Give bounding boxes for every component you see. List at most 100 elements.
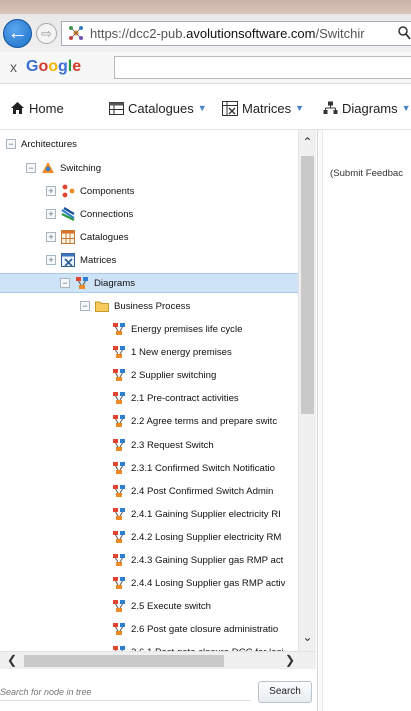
back-button[interactable]: ← [3, 19, 32, 48]
collapse-icon[interactable]: − [80, 301, 90, 311]
app-nav: Home Catalogues ▼ Matrices ▼ Diagrams ▼ [0, 84, 411, 130]
tree-node-diagram[interactable]: 1 New energy premises [112, 342, 232, 362]
expand-icon[interactable]: + [46, 232, 56, 242]
vertical-scrollbar[interactable]: ⌃ ⌄ [298, 130, 316, 651]
collapse-icon[interactable]: − [6, 139, 16, 149]
tree-node-switching[interactable]: − Switching [26, 158, 101, 178]
scroll-thumb[interactable] [301, 156, 314, 414]
collapse-icon[interactable]: − [60, 278, 70, 288]
tree-node-label: Switching [60, 162, 102, 174]
matrix-icon [222, 100, 238, 116]
nav-matrices[interactable]: Matrices ▼ [222, 99, 304, 117]
tree-node-diagram[interactable]: 2.4.4 Losing Supplier gas RMP activ [112, 573, 285, 593]
catalogue-icon [109, 101, 124, 115]
tree-node-diagram[interactable]: 2.6.1 Post gate closure DCC for losi [112, 642, 284, 651]
connections-icon [61, 207, 75, 221]
expand-icon[interactable]: + [46, 186, 56, 196]
scroll-down-icon[interactable]: ⌄ [299, 630, 316, 646]
close-icon[interactable]: x [10, 59, 17, 75]
tree-node-label: 2 Supplier switching [131, 369, 217, 381]
panel-splitter[interactable] [319, 130, 323, 711]
catalogue-icon [61, 230, 75, 244]
nav-catalogues[interactable]: Catalogues ▼ [109, 99, 207, 117]
folder-icon [95, 301, 109, 312]
tree-node-label: 2.2 Agree terms and prepare switc [131, 415, 278, 427]
tree-node-connections[interactable]: + Connections [46, 204, 133, 224]
tree-node-label: 2.5 Execute switch [131, 600, 211, 612]
tree-node-diagram[interactable]: 2.3 Request Switch [112, 435, 214, 455]
home-icon [11, 102, 24, 114]
diagram-icon [113, 439, 125, 451]
diagram-icon [113, 485, 125, 497]
tree-node-label: Architectures [21, 138, 77, 150]
address-bar[interactable]: https://dcc2-pub.avolutionsoftware.com/S… [61, 21, 411, 46]
diagram-icon [113, 462, 125, 474]
tree-node-matrices[interactable]: + Matrices [46, 250, 116, 270]
chevron-down-icon: ▼ [401, 103, 411, 113]
tree-node-diagram[interactable]: 2 Supplier switching [112, 365, 216, 385]
tree-node-label: Diagrams [94, 277, 136, 289]
tree-node-diagram[interactable]: 2.4.2 Losing Supplier electricity RM [112, 527, 281, 547]
search-button[interactable]: Search [258, 681, 312, 703]
diagram-icon [113, 392, 125, 404]
tree-node-label: 2.4 Post Confirmed Switch Admin [131, 485, 274, 497]
tree-node-label: 2.6 Post gate closure administratio [131, 623, 279, 635]
nav-matrices-label: Matrices [242, 100, 292, 116]
nav-home[interactable]: Home [10, 99, 64, 117]
google-search-input[interactable] [114, 56, 411, 79]
tree-node-business-process[interactable]: − Business Process [80, 296, 190, 316]
tree-node-diagram[interactable]: 2.4 Post Confirmed Switch Admin [112, 481, 273, 501]
diagram-icon [113, 508, 125, 520]
chevron-down-icon: ▼ [197, 103, 207, 113]
tree-node-diagram[interactable]: 2.4.3 Gaining Supplier gas RMP act [112, 550, 283, 570]
architecture-icon [42, 162, 54, 173]
tree-node-diagram[interactable]: 2.4.1 Gaining Supplier electricity RI [112, 504, 281, 524]
tree-node-label: Matrices [80, 254, 117, 266]
components-icon [62, 184, 75, 198]
forward-button[interactable]: ⇨ [36, 23, 57, 44]
diagram-icon [113, 600, 125, 612]
tree-node-label: 2.3.1 Confirmed Switch Notificatio [131, 462, 275, 474]
tree-node-diagram[interactable]: 2.2 Agree terms and prepare switc [112, 411, 277, 431]
diagram-icon [113, 531, 125, 543]
tree-node-label: Business Process [114, 300, 191, 312]
tree-node-label: Catalogues [80, 231, 129, 243]
diagram-icon [323, 101, 338, 114]
nav-catalogues-label: Catalogues [128, 100, 194, 116]
tree-node-diagram[interactable]: 2.6 Post gate closure administratio [112, 619, 278, 639]
scroll-up-icon[interactable]: ⌃ [299, 135, 316, 151]
tree-panel: − Architectures − Switching + Components… [0, 130, 318, 711]
expand-icon[interactable]: + [46, 209, 56, 219]
tree-node-label: 2.3 Request Switch [131, 439, 214, 451]
tree-view: − Architectures − Switching + Components… [0, 130, 298, 651]
tree-node-label: Components [80, 185, 135, 197]
tree-node-components[interactable]: + Components [46, 181, 134, 201]
expand-icon[interactable]: + [46, 255, 56, 265]
tree-node-architectures[interactable]: − Architectures [6, 134, 77, 154]
diagrams-icon [76, 277, 88, 289]
tree-node-label: 2.1 Pre-contract activities [131, 392, 239, 404]
tree-search-input[interactable] [0, 683, 250, 701]
search-icon[interactable] [397, 25, 411, 41]
scroll-thumb[interactable] [24, 655, 224, 667]
scroll-left-icon[interactable]: ❮ [4, 653, 20, 669]
tree-node-catalogues[interactable]: + Catalogues [46, 227, 129, 247]
tree-node-diagram[interactable]: 2.5 Execute switch [112, 596, 211, 616]
url-text: https://dcc2-pub.avolutionsoftware.com/S… [90, 26, 365, 41]
tree-node-diagram[interactable]: 2.1 Pre-contract activities [112, 388, 239, 408]
tree-node-diagrams[interactable]: − Diagrams [0, 273, 298, 293]
collapse-icon[interactable]: − [26, 163, 36, 173]
scroll-right-icon[interactable]: ❯ [282, 653, 298, 669]
tree-node-label: 1 New energy premises [131, 346, 232, 358]
google-toolbar: x Google [0, 52, 411, 84]
diagram-icon [113, 369, 125, 381]
tree-node-diagram[interactable]: Energy premises life cycle [112, 319, 242, 339]
submit-feedback-link[interactable]: (Submit Feedbac [330, 168, 403, 179]
nav-diagrams[interactable]: Diagrams ▼ [323, 99, 411, 117]
tree-node-diagram[interactable]: 2.3.1 Confirmed Switch Notificatio [112, 458, 275, 478]
horizontal-scrollbar[interactable]: ❮ ❯ [0, 651, 316, 669]
matrix-icon [61, 253, 75, 267]
diagram-icon [113, 323, 125, 335]
nav-diagrams-label: Diagrams [342, 100, 398, 116]
google-logo: Google [26, 58, 82, 75]
